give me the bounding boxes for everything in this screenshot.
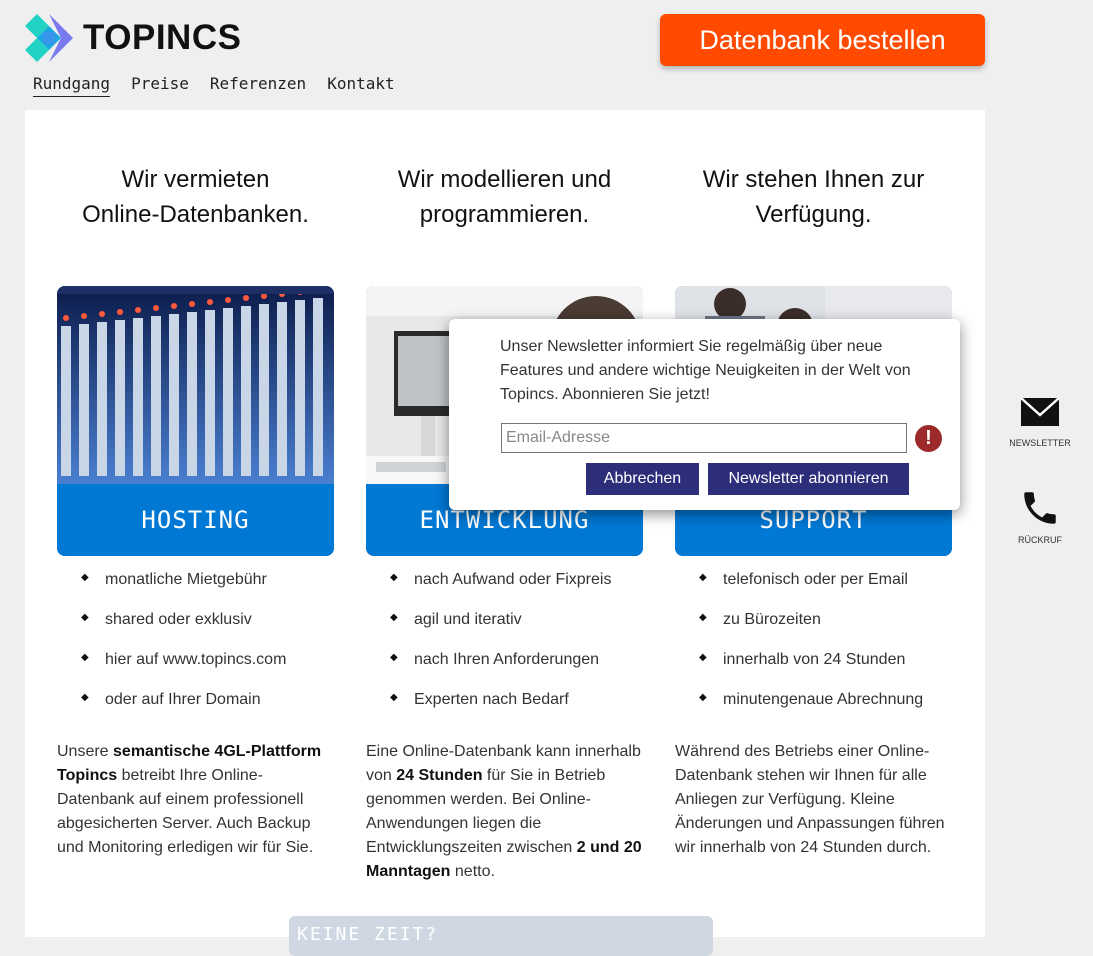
desc-text: netto.	[450, 863, 495, 880]
column-description: Während des Betriebs einer Online-Datenb…	[675, 740, 955, 860]
callback-side-label: RÜCKRUF	[1018, 535, 1062, 545]
newsletter-text: Unser Newsletter informiert Sie regelmäß…	[500, 338, 911, 403]
list-item: telefonisch oder per Email	[699, 571, 923, 611]
main-nav: Rundgang Preise Referenzen Kontakt	[33, 74, 395, 97]
column-title-line: Online-Datenbanken.	[82, 201, 309, 228]
order-database-button[interactable]: Datenbank bestellen	[660, 14, 985, 66]
nav-item-kontakt[interactable]: Kontakt	[327, 74, 394, 97]
callback-side-button[interactable]: RÜCKRUF	[1007, 487, 1073, 545]
envelope-icon	[1020, 397, 1060, 426]
desc-bold: 24 Stunden	[396, 767, 483, 784]
feature-list: nach Aufwand oder Fixpreis agil und iter…	[390, 571, 611, 731]
list-item: monatliche Mietgebühr	[81, 571, 286, 611]
column-description: Unsere semantische 4GL-Plattform Topincs…	[57, 740, 337, 860]
desc-text: Unsere	[57, 743, 114, 760]
cancel-button[interactable]: Abbrechen	[586, 463, 699, 495]
list-item: oder auf Ihrer Domain	[81, 691, 286, 731]
nav-item-preise[interactable]: Preise	[131, 74, 189, 97]
nav-item-rundgang[interactable]: Rundgang	[33, 74, 111, 97]
tile-hosting[interactable]: HOSTING	[57, 286, 334, 556]
logo-icon	[25, 14, 73, 62]
column-title: Wir stehen Ihnen zur Verfügung.	[655, 162, 972, 232]
logo[interactable]: TOPINCS	[25, 14, 241, 62]
newsletter-dialog: Unser Newsletter informiert Sie regelmäß…	[449, 319, 960, 510]
desc-text: Während des Betriebs einer Online-Datenb…	[675, 743, 945, 856]
list-item: agil und iterativ	[390, 611, 611, 651]
column-title-line: Wir modellieren und	[397, 166, 612, 193]
no-time-banner[interactable]: KEINE ZEIT?	[289, 916, 713, 956]
subscribe-newsletter-button[interactable]: Newsletter abonnieren	[708, 463, 909, 495]
list-item: shared oder exklusiv	[81, 611, 286, 651]
list-item: Experten nach Bedarf	[390, 691, 611, 731]
newsletter-side-label: NEWSLETTER	[1009, 438, 1071, 448]
list-item: zu Bürozeiten	[699, 611, 923, 651]
list-item: hier auf www.topincs.com	[81, 651, 286, 691]
column-description: Eine Online-Datenbank kann innerhalb von…	[366, 740, 646, 884]
column-title-line: Wir vermieten	[121, 166, 270, 193]
column-title-line: Verfügung.	[755, 201, 872, 228]
column-title: Wir modellieren und programmieren.	[346, 162, 663, 232]
email-field[interactable]	[501, 423, 907, 453]
newsletter-side-button[interactable]: NEWSLETTER	[1007, 396, 1073, 448]
column-title-line: programmieren.	[419, 201, 590, 228]
warning-icon: !	[915, 425, 942, 452]
column-title: Wir vermieten Online-Datenbanken.	[37, 162, 354, 232]
server-rack-image	[57, 286, 334, 484]
logo-text: TOPINCS	[83, 18, 242, 57]
feature-list: monatliche Mietgebühr shared oder exklus…	[81, 571, 286, 731]
list-item: minutengenaue Abrechnung	[699, 691, 923, 731]
feature-list: telefonisch oder per Email zu Bürozeiten…	[699, 571, 923, 731]
tile-label: HOSTING	[57, 484, 334, 556]
column-title-line: Wir stehen Ihnen zur	[702, 166, 925, 193]
phone-icon	[1024, 492, 1056, 524]
nav-item-referenzen[interactable]: Referenzen	[210, 74, 306, 97]
content-card: Wir vermieten Online-Datenbanken. HOSTIN…	[25, 110, 985, 956]
list-item: nach Ihren Anforderungen	[390, 651, 611, 691]
list-item: nach Aufwand oder Fixpreis	[390, 571, 611, 611]
list-item: innerhalb von 24 Stunden	[699, 651, 923, 691]
